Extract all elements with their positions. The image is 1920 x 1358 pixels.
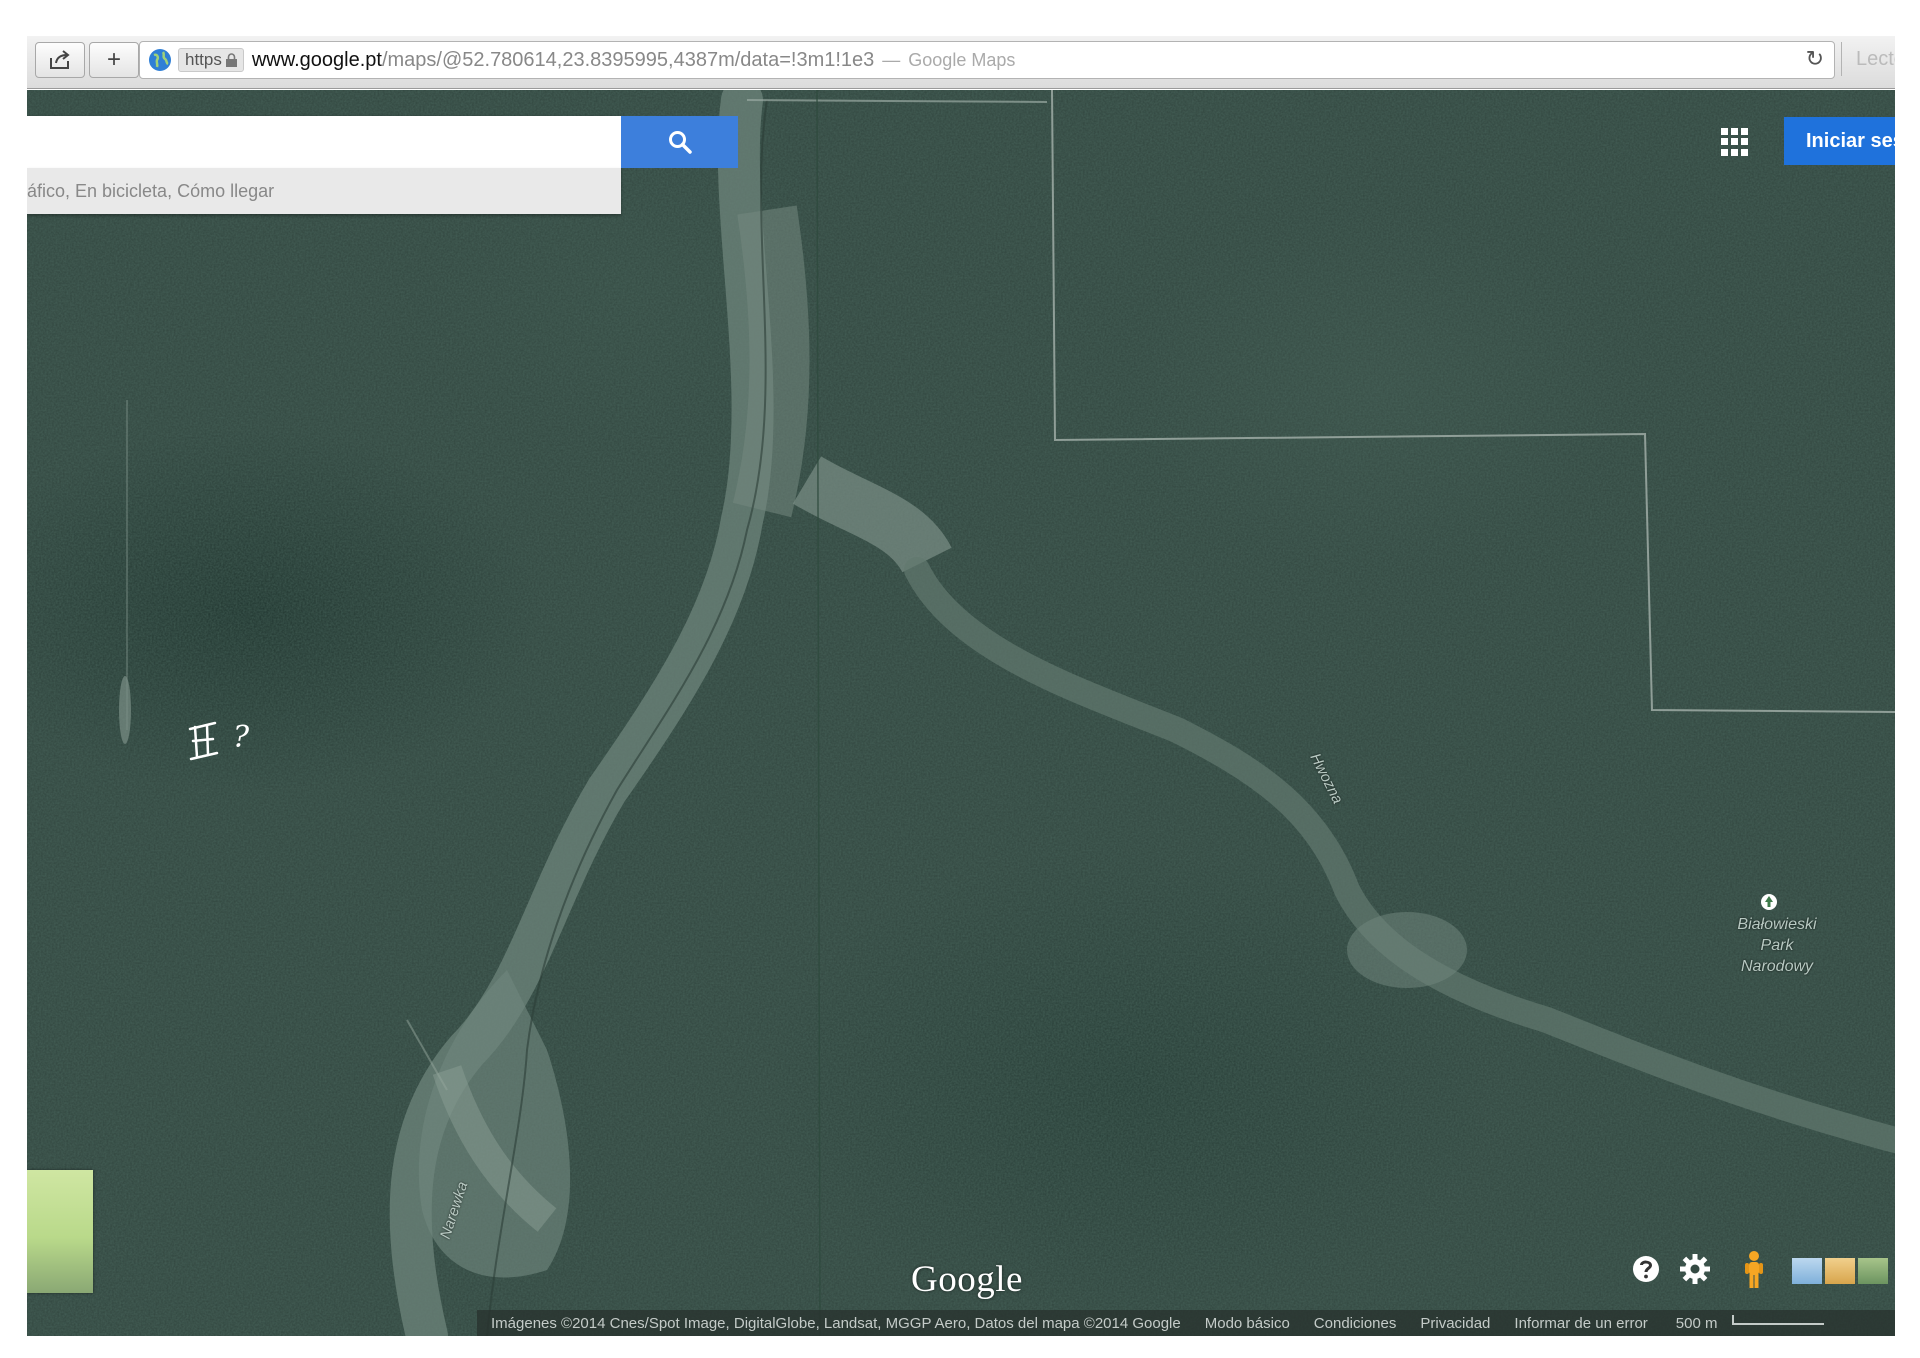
handwritten-annotation: ? [188, 720, 250, 761]
search-input[interactable] [27, 116, 621, 168]
apps-grid-dot [1741, 148, 1748, 156]
plus-icon: + [106, 46, 121, 73]
url-host: www.google.pt [251, 48, 382, 71]
apps-grid-dot [1721, 138, 1728, 146]
address-bar[interactable]: https www.google.pt /maps/@52.780614,23.… [139, 41, 1835, 79]
map-layer-thumbnail[interactable] [1792, 1258, 1822, 1284]
url-path: /maps/@52.780614,23.8395995,4387m/data=!… [381, 48, 875, 71]
help-icon[interactable] [1631, 1254, 1661, 1284]
scale-line [1731, 1315, 1824, 1325]
share-button[interactable] [35, 42, 85, 78]
search-options-links[interactable]: áfico, En bicicleta, Cómo llegar [27, 181, 274, 202]
lock-icon [225, 53, 237, 67]
earth-layer-thumbnail[interactable] [1858, 1258, 1888, 1284]
google-logo: Google [911, 1259, 1023, 1300]
terrain-layer-thumbnail[interactable] [1825, 1258, 1855, 1284]
globe-icon [149, 49, 171, 71]
footer-link-basic-mode[interactable]: Modo básico [1205, 1315, 1290, 1332]
satellite-imagery [27, 90, 1895, 1336]
scale-bar[interactable]: 500 m [1662, 1315, 1824, 1332]
apps-grid-icon[interactable] [1721, 128, 1749, 156]
apps-grid-dot [1741, 128, 1748, 135]
scale-label: 500 m [1675, 1314, 1718, 1332]
page-title: Google Maps [908, 49, 1016, 70]
https-badge[interactable]: https [178, 48, 244, 72]
https-label: https [185, 50, 222, 69]
apps-grid-dot [1731, 148, 1738, 156]
new-tab-button[interactable]: + [89, 42, 139, 78]
map-canvas[interactable]: áfico, En bicicleta, Cómo llegar Iniciar… [27, 90, 1895, 1336]
footer-link-terms[interactable]: Condiciones [1314, 1315, 1397, 1332]
layer-switcher [1792, 1258, 1888, 1284]
earth-view-thumbnail[interactable] [27, 1170, 93, 1293]
gear-icon[interactable] [1679, 1253, 1711, 1285]
footer-link-privacy[interactable]: Privacidad [1420, 1315, 1490, 1332]
apps-grid-dot [1721, 148, 1728, 156]
imagery-attribution: Imágenes ©2014 Cnes/Spot Image, DigitalG… [491, 1314, 1181, 1332]
browser-toolbar: + https www.google.pt /maps/@52.780614,2… [27, 36, 1895, 89]
park-pin-icon[interactable] [1760, 893, 1778, 911]
footer-link-report-error[interactable]: Informar de un error [1514, 1315, 1647, 1332]
search-box[interactable] [27, 116, 621, 168]
url-separator: — [882, 49, 901, 70]
apps-grid-dot [1721, 128, 1728, 135]
park-label[interactable]: Białowieski Park Narodowy [1727, 914, 1827, 977]
search-button[interactable] [621, 116, 738, 168]
search-icon [668, 131, 692, 154]
reload-icon[interactable]: ↻ [1806, 46, 1824, 72]
share-icon [50, 50, 70, 69]
search-options-bar[interactable]: áfico, En bicicleta, Cómo llegar [27, 168, 621, 214]
signin-button[interactable]: Iniciar ses [1784, 117, 1895, 165]
pegman-icon[interactable] [1743, 1250, 1765, 1290]
apps-grid-dot [1731, 128, 1738, 135]
apps-grid-dot [1741, 138, 1748, 146]
handwritten-question-mark: ? [233, 720, 250, 755]
reader-button[interactable]: Lecto [1841, 42, 1895, 76]
map-footer: Imágenes ©2014 Cnes/Spot Image, DigitalG… [477, 1310, 1895, 1336]
apps-grid-dot [1731, 138, 1738, 146]
